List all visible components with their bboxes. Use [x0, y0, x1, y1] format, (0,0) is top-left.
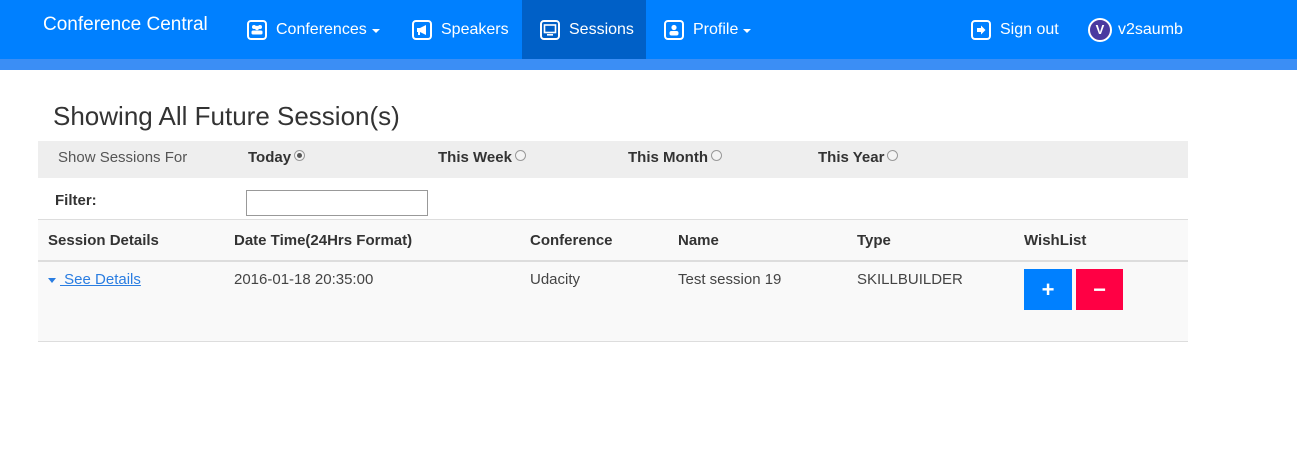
radio-today-label: Today — [248, 149, 292, 166]
chevron-down-icon — [743, 28, 752, 33]
top-navbar: Conference Central Conferences Speakers … — [0, 0, 1297, 59]
nav-speakers[interactable]: Speakers — [400, 0, 520, 59]
sign-out-icon — [971, 19, 991, 40]
column-header-type: Type — [857, 232, 891, 249]
page-title: Showing All Future Session(s) — [53, 101, 400, 131]
nav-profile[interactable]: Profile — [652, 0, 762, 59]
radio-button[interactable] — [710, 150, 722, 161]
radio-this-week[interactable]: This Week — [438, 149, 526, 166]
add-to-wishlist-button[interactable]: + — [1024, 269, 1072, 310]
radio-this-year[interactable]: This Year — [818, 149, 899, 166]
sign-out-label: Sign out — [1000, 20, 1059, 38]
remove-from-wishlist-button[interactable]: − — [1076, 269, 1123, 310]
sign-out-button[interactable]: Sign out — [960, 0, 1070, 59]
session-type: SKILLBUILDER — [857, 271, 963, 288]
filter-label: Filter: — [55, 192, 97, 209]
column-header-conference: Conference — [530, 232, 613, 249]
radio-button[interactable] — [887, 150, 899, 161]
filter-input[interactable] — [246, 190, 428, 216]
users-icon — [247, 19, 267, 40]
column-header-wishlist: WishList — [1024, 232, 1087, 249]
session-datetime: 2016-01-18 20:35:00 — [234, 271, 374, 288]
column-header-name: Name — [678, 232, 719, 249]
brand-link[interactable]: Conference Central — [43, 14, 208, 36]
user-menu[interactable]: V v2saumb — [1088, 0, 1188, 59]
radio-button[interactable] — [294, 150, 306, 161]
show-sessions-label: Show Sessions For — [58, 149, 188, 166]
nav-profile-label: Profile — [693, 20, 739, 38]
session-range-filter: Show Sessions For Today This Week This M… — [38, 141, 1188, 178]
navbar-underline — [0, 59, 1297, 70]
nav-conferences[interactable]: Conferences — [235, 0, 390, 59]
session-name: Test session 19 — [678, 271, 782, 288]
megaphone-icon — [412, 19, 432, 40]
nav-sessions[interactable]: Sessions — [522, 0, 646, 59]
sessions-table: Session Details Date Time(24Hrs Format) … — [38, 219, 1188, 342]
avatar: V — [1088, 17, 1112, 42]
radio-this-week-label: This Week — [438, 149, 512, 166]
nav-speakers-label: Speakers — [441, 20, 509, 38]
header-divider — [38, 260, 1188, 262]
monitor-icon — [540, 19, 560, 40]
session-conference: Udacity — [530, 271, 581, 288]
radio-today[interactable]: Today — [248, 149, 306, 166]
username-label: v2saumb — [1118, 20, 1183, 38]
radio-this-month[interactable]: This Month — [628, 149, 722, 166]
see-details-link[interactable]: See Details — [48, 271, 141, 288]
nav-sessions-label: Sessions — [569, 20, 634, 38]
see-details-label: See Details — [60, 271, 141, 288]
nav-conferences-label: Conferences — [276, 20, 367, 38]
user-icon — [664, 19, 684, 40]
radio-button[interactable] — [514, 150, 526, 161]
radio-this-month-label: This Month — [628, 149, 708, 166]
chevron-down-icon — [371, 28, 380, 33]
caret-down-icon — [48, 277, 56, 283]
column-header-session-details: Session Details — [48, 232, 159, 249]
radio-this-year-label: This Year — [818, 149, 885, 166]
column-header-datetime: Date Time(24Hrs Format) — [234, 232, 413, 249]
